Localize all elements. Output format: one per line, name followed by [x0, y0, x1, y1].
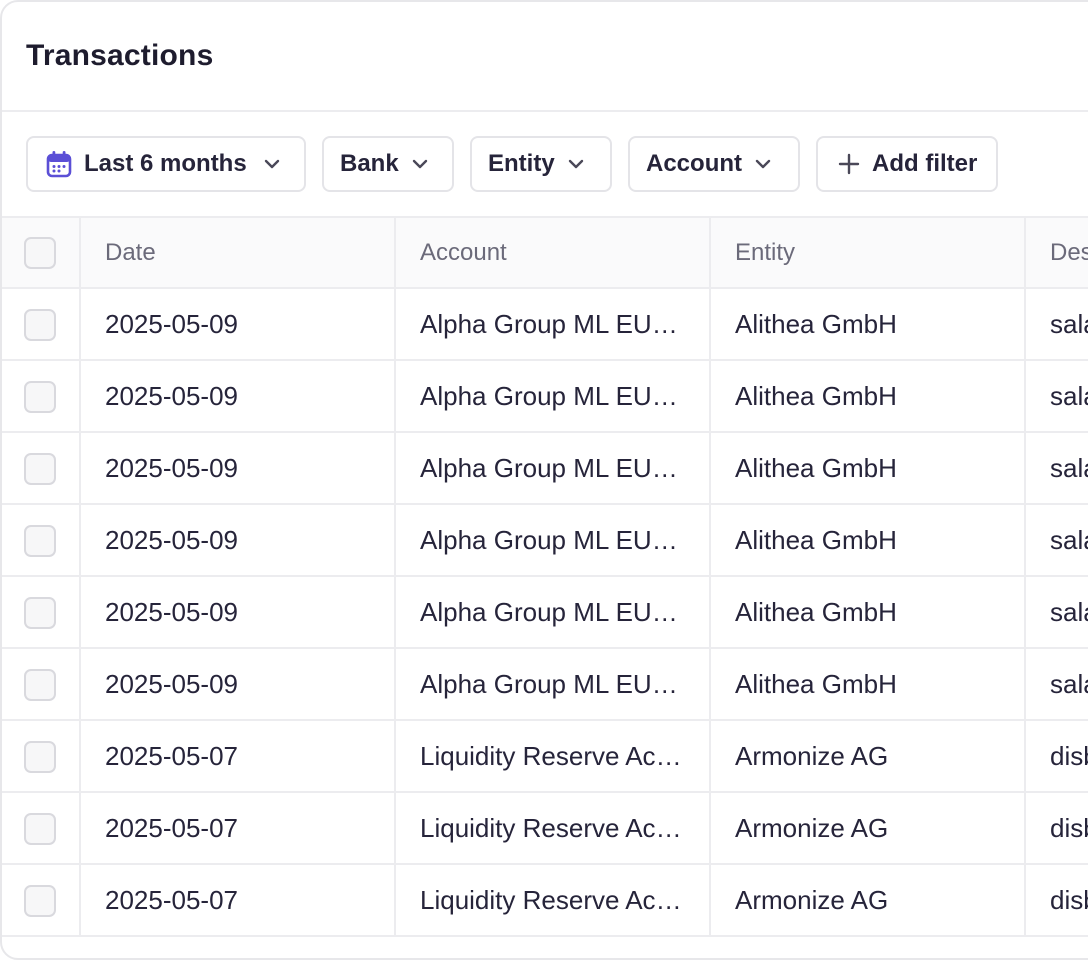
cell-date: 2025-05-09 [80, 360, 396, 433]
table-row[interactable]: 2025-05-09Alpha Group ML EUR AccountAlit… [2, 504, 1088, 577]
cell-description: salary [1025, 360, 1088, 433]
row-select-cell [2, 720, 81, 793]
cell-description: salary [1025, 432, 1088, 505]
cell-entity: Armonize AG [710, 720, 1026, 793]
page-title: Transactions [26, 39, 214, 72]
row-checkbox[interactable] [24, 524, 56, 557]
row-checkbox[interactable] [24, 308, 56, 341]
cell-date: 2025-05-09 [80, 648, 396, 721]
select-all-checkbox[interactable] [24, 236, 56, 269]
filter-bar: Last 6 months Bank Entity Account Add fi… [2, 112, 1088, 218]
column-header-description[interactable]: Description [1025, 218, 1088, 289]
cell-date: 2025-05-09 [80, 576, 396, 649]
cell-entity: Alithea GmbH [710, 360, 1026, 433]
cell-date: 2025-05-07 [80, 792, 396, 865]
row-checkbox[interactable] [24, 668, 56, 701]
transactions-card: Transactions Last 6 months Bank Entity A… [0, 0, 1088, 960]
chevron-down-icon [567, 158, 585, 170]
cell-date: 2025-05-07 [80, 864, 396, 937]
cell-entity: Armonize AG [710, 864, 1026, 937]
table-row[interactable]: 2025-05-09Alpha Group ML EUR AccountAlit… [2, 432, 1088, 505]
cell-account: Alpha Group ML EUR Account [395, 360, 711, 433]
cell-entity: Alithea GmbH [710, 648, 1026, 721]
row-select-cell [2, 504, 81, 577]
bank-filter-label: Bank [340, 150, 399, 177]
row-select-cell [2, 864, 81, 937]
calendar-icon [46, 150, 72, 178]
cell-date: 2025-05-07 [80, 720, 396, 793]
account-filter-label: Account [646, 150, 742, 177]
row-checkbox[interactable] [24, 452, 56, 485]
page-header: Transactions [2, 2, 1088, 112]
row-select-cell [2, 288, 81, 361]
account-filter[interactable]: Account [628, 136, 800, 192]
column-header-entity[interactable]: Entity [710, 218, 1026, 289]
entity-filter-label: Entity [488, 150, 555, 177]
row-select-cell [2, 360, 81, 433]
table-row[interactable]: 2025-05-07 Liquidity Reserve Account Armon… [2, 864, 1088, 937]
transactions-table: Date Account Entity Description 2025-05-… [2, 218, 1088, 937]
cell-account: Liquidity Reserve Account [395, 864, 711, 937]
plus-icon [838, 153, 860, 175]
add-filter-label: Add filter [872, 150, 978, 177]
add-filter-button[interactable]: Add filter [816, 136, 998, 192]
cell-description: disbursement [1025, 720, 1088, 793]
table-body: 2025-05-09Alpha Group ML EUR AccountAlit… [2, 288, 1088, 937]
chevron-down-icon [263, 158, 281, 170]
cell-account: Alpha Group ML EUR Account [395, 432, 711, 505]
row-select-cell [2, 432, 81, 505]
table-row[interactable]: 2025-05-09Alpha Group ML EUR AccountAlit… [2, 576, 1088, 649]
row-checkbox[interactable] [24, 596, 56, 629]
chevron-down-icon [411, 158, 429, 170]
table-header-row: Date Account Entity Description [2, 218, 1088, 289]
bank-filter[interactable]: Bank [322, 136, 454, 192]
cell-date: 2025-05-09 [80, 504, 396, 577]
date-range-filter[interactable]: Last 6 months [26, 136, 306, 192]
row-select-cell [2, 648, 81, 721]
cell-account: Liquidity Reserve Account [395, 720, 711, 793]
cell-account: Alpha Group ML EUR Account [395, 648, 711, 721]
cell-entity: Alithea GmbH [710, 432, 1026, 505]
row-checkbox[interactable] [24, 812, 56, 845]
cell-description: disbursement [1025, 792, 1088, 865]
cell-entity: Alithea GmbH [710, 504, 1026, 577]
cell-description: disbursement [1025, 864, 1088, 937]
cell-account: Liquidity Reserve Account [395, 792, 711, 865]
cell-entity: Armonize AG [710, 792, 1026, 865]
column-header-date[interactable]: Date [80, 218, 396, 289]
table-row[interactable]: 2025-05-09Alpha Group ML EUR AccountAlit… [2, 648, 1088, 721]
chevron-down-icon [754, 158, 772, 170]
row-checkbox[interactable] [24, 740, 56, 773]
entity-filter[interactable]: Entity [470, 136, 612, 192]
cell-entity: Alithea GmbH [710, 576, 1026, 649]
cell-description: salary [1025, 648, 1088, 721]
row-select-cell [2, 576, 81, 649]
select-all-cell [2, 218, 81, 289]
date-range-label: Last 6 months [84, 150, 247, 177]
row-checkbox[interactable] [24, 884, 56, 917]
row-select-cell [2, 792, 81, 865]
table-row[interactable]: 2025-05-09Alpha Group ML EUR AccountAlit… [2, 360, 1088, 433]
table-row[interactable]: 2025-05-07 Liquidity Reserve Account Armon… [2, 720, 1088, 793]
cell-date: 2025-05-09 [80, 288, 396, 361]
cell-entity: Alithea GmbH [710, 288, 1026, 361]
column-header-account[interactable]: Account [395, 218, 711, 289]
table-row[interactable]: 2025-05-07 Liquidity Reserve Account Armon… [2, 792, 1088, 865]
table-row[interactable]: 2025-05-09Alpha Group ML EUR AccountAlit… [2, 288, 1088, 361]
cell-date: 2025-05-09 [80, 432, 396, 505]
row-checkbox[interactable] [24, 380, 56, 413]
cell-description: salary [1025, 288, 1088, 361]
cell-description: salary [1025, 576, 1088, 649]
cell-account: Alpha Group ML EUR Account [395, 576, 711, 649]
cell-account: Alpha Group ML EUR Account [395, 288, 711, 361]
cell-description: salary [1025, 504, 1088, 577]
cell-account: Alpha Group ML EUR Account [395, 504, 711, 577]
